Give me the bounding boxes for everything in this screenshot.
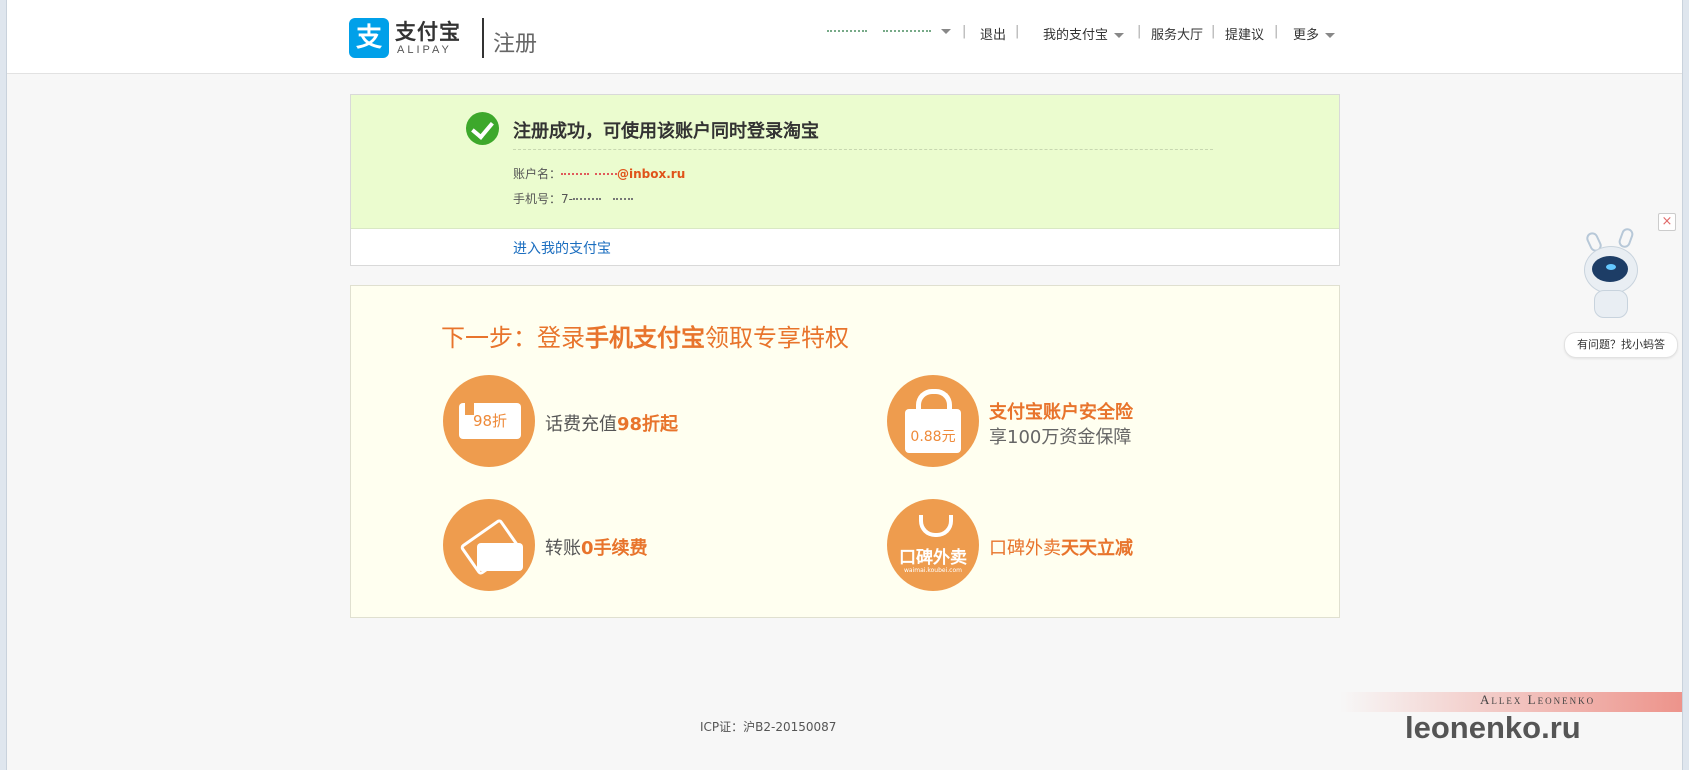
logo-divider — [482, 18, 484, 58]
window-frame-right — [1682, 0, 1689, 770]
phone-label: 手机号： — [513, 192, 562, 206]
page-label: 注册 — [493, 32, 538, 57]
header: 支 支付宝 ALIPAY 注册 | 退出 | 我的支付宝 | 服务大厅 | 提建… — [7, 0, 1682, 74]
help-bubble[interactable]: 有问题？找小蚂答 — [1564, 332, 1678, 358]
more-label: 更多 — [1293, 28, 1320, 43]
feature-highlight: 98折起 — [617, 414, 679, 435]
registration-success-panel: 注册成功，可使用该账户同时登录淘宝 账户名： @inbox.ru 手机号：7- 进… — [350, 94, 1340, 266]
logo-cn-text: 支付宝 — [395, 20, 461, 44]
chevron-down-icon — [1325, 33, 1336, 38]
koubei-icon-url: waimai.koubei.com — [904, 567, 962, 574]
my-alipay-menu[interactable]: 我的支付宝 — [1043, 24, 1125, 43]
discount-tag-label: 98折 — [459, 401, 521, 439]
nav-divider: | — [1211, 24, 1216, 39]
card-solid — [477, 543, 523, 571]
close-icon[interactable]: × — [1658, 213, 1676, 231]
nav-divider: | — [1274, 24, 1279, 39]
logout-link[interactable]: 退出 — [980, 24, 1006, 43]
watermark-name: Allex Leonenko — [1480, 692, 1596, 707]
food-bag-icon: 口碑外卖 waimai.koubei.com — [887, 499, 979, 591]
chevron-down-icon — [1114, 33, 1125, 38]
feature-highlight: 天天立减 — [1061, 538, 1133, 559]
redacted-phone — [572, 192, 601, 200]
more-menu[interactable]: 更多 — [1293, 24, 1336, 43]
service-hall-link[interactable]: 服务大厅 — [1151, 24, 1203, 43]
account-name-row: 账户名： @inbox.ru — [513, 165, 685, 182]
next-step-title-highlight: 手机支付宝 — [585, 324, 705, 352]
success-banner: 注册成功，可使用该账户同时登录淘宝 账户名： @inbox.ru 手机号：7- — [351, 95, 1339, 229]
assistant-robot[interactable] — [1578, 226, 1648, 324]
redacted-username — [827, 24, 867, 32]
watermark-site: leonenko.ru — [1405, 710, 1581, 745]
next-step-title-prefix: 下一步：登录 — [441, 324, 585, 352]
divider — [513, 149, 1213, 150]
my-alipay-label: 我的支付宝 — [1043, 28, 1109, 43]
suggest-link[interactable]: 提建议 — [1225, 24, 1264, 43]
enter-my-alipay-link[interactable]: 进入我的支付宝 — [513, 238, 611, 258]
next-step-panel: 下一步：登录手机支付宝领取专享特权 98折 话费充值98折起 0.88元 支付宝… — [350, 285, 1340, 618]
nav-divider: | — [962, 24, 967, 39]
redacted-phone — [612, 192, 633, 200]
alipay-logo[interactable]: 支 支付宝 ALIPAY 注册 — [349, 18, 539, 62]
feature-text: 话费充值 — [545, 414, 617, 435]
robot-antenna — [1616, 226, 1636, 250]
lock-icon: 0.88元 — [887, 375, 979, 467]
nav-divider: | — [1015, 24, 1020, 39]
phone-value: 7- — [561, 192, 573, 206]
robot-eye — [1606, 264, 1616, 270]
feature-insurance-sub: 享100万资金保障 — [989, 427, 1132, 448]
feature-text: 口碑外卖 — [989, 538, 1061, 559]
lock-price-label: 0.88元 — [905, 409, 961, 453]
koubei-icon-text: 口碑外卖 — [899, 548, 967, 568]
account-name-label: 账户名： — [513, 167, 562, 181]
check-icon — [466, 112, 499, 145]
alipay-logo-icon: 支 — [349, 18, 389, 58]
feature-transfer: 转账0手续费 — [545, 534, 648, 560]
window-frame-left — [0, 0, 7, 770]
bank-card-icon — [443, 499, 535, 591]
user-menu[interactable] — [827, 24, 952, 39]
bag-smile — [919, 515, 953, 537]
icp-license: ICP证：沪B2-20150087 — [700, 720, 837, 734]
account-name-value: @inbox.ru — [617, 167, 686, 181]
redacted-username — [883, 24, 932, 32]
discount-tag-icon: 98折 — [443, 375, 535, 467]
feature-koubei: 口碑外卖天天立减 — [989, 534, 1133, 560]
chevron-down-icon — [941, 29, 952, 34]
robot-body — [1594, 290, 1628, 318]
feature-phone-recharge: 话费充值98折起 — [545, 410, 678, 436]
nav-divider: | — [1137, 24, 1142, 39]
success-title: 注册成功，可使用该账户同时登录淘宝 — [513, 121, 819, 142]
redacted-account — [595, 167, 618, 175]
phone-row: 手机号：7- — [513, 190, 633, 207]
feature-highlight: 0手续费 — [581, 538, 648, 559]
redacted-account — [561, 167, 590, 175]
next-step-title: 下一步：登录手机支付宝领取专享特权 — [441, 318, 849, 353]
feature-highlight: 支付宝账户安全险 — [989, 402, 1133, 423]
logo-en-text: ALIPAY — [397, 44, 452, 56]
feature-insurance-title: 支付宝账户安全险 — [989, 398, 1133, 424]
feature-text: 转账 — [545, 538, 581, 559]
next-step-title-suffix: 领取专享特权 — [705, 324, 849, 352]
